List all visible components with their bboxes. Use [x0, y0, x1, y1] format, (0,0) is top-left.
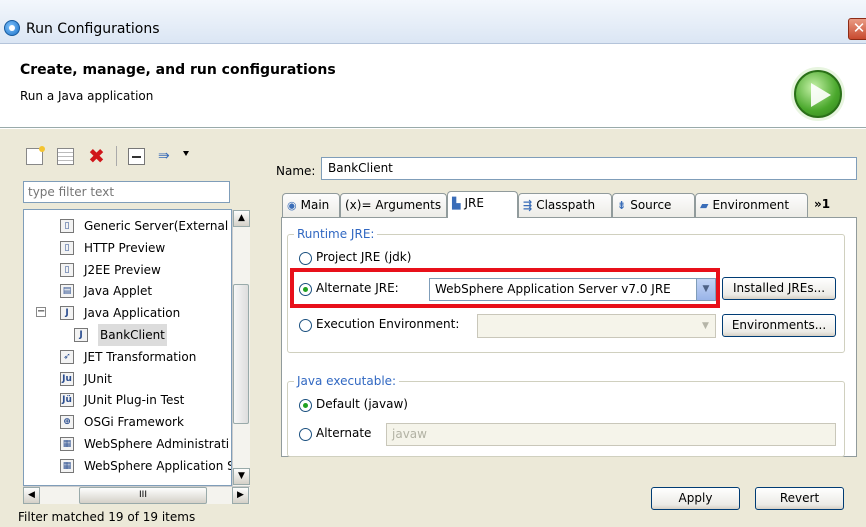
- header-subtitle: Run a Java application: [20, 89, 154, 103]
- project-jre-radio[interactable]: [299, 252, 312, 265]
- revert-button[interactable]: Revert: [755, 487, 844, 510]
- tab-label: Source: [630, 198, 672, 212]
- chevron-down-icon[interactable]: ▼: [696, 279, 715, 300]
- run-config-app-icon: [4, 20, 20, 36]
- execution-env-radio[interactable]: [299, 319, 312, 332]
- classpath-tab-icon: ⇶: [523, 199, 533, 212]
- runtime-jre-label: Runtime JRE:: [294, 227, 378, 241]
- default-javaw-label: Default (javaw): [316, 397, 408, 411]
- jre-tab-icon: ▙: [452, 197, 461, 210]
- alternate-exe-field[interactable]: javaw: [386, 423, 836, 446]
- filter-icon[interactable]: ⇛: [158, 148, 175, 165]
- tab-label: (x)= Arguments: [345, 198, 442, 212]
- main-tab-icon: ◉: [287, 199, 297, 212]
- tree-item-label: Java Applet: [84, 284, 153, 299]
- tree-item-label: HTTP Preview: [84, 240, 166, 255]
- tree-item-label: J2EE Preview: [84, 262, 161, 277]
- default-javaw-radio[interactable]: [299, 399, 312, 412]
- server-icon: ▯: [60, 219, 74, 233]
- apply-button[interactable]: Apply: [651, 487, 740, 510]
- websphere-icon: ▦: [60, 458, 74, 473]
- collapse-all-icon[interactable]: [128, 148, 145, 165]
- tree-item-label: WebSphere Application S: [84, 458, 232, 473]
- filter-input[interactable]: [23, 181, 230, 203]
- name-label: Name:: [276, 164, 316, 178]
- tree-hscroll-thumb[interactable]: III: [79, 487, 207, 504]
- scroll-right-icon[interactable]: ▶: [232, 487, 249, 504]
- osgi-icon: ⊕: [60, 415, 74, 430]
- environments-button[interactable]: Environments...: [722, 314, 836, 337]
- tab-x-arguments[interactable]: (x)= Arguments: [340, 193, 447, 218]
- filter-menu-dropdown-icon[interactable]: [183, 151, 189, 156]
- tab-classpath[interactable]: ⇶ Classpath: [518, 193, 612, 218]
- tree-item-label: JET Transformation: [84, 349, 197, 364]
- duplicate-icon[interactable]: [57, 148, 74, 165]
- applet-icon: ▤: [60, 284, 74, 299]
- tab-source[interactable]: ⇟ Source: [612, 193, 695, 218]
- junit-plugin-icon: Jü: [60, 393, 74, 408]
- alternate-exe-label: Alternate: [316, 426, 372, 440]
- name-field[interactable]: BankClient: [321, 157, 857, 180]
- websphere-icon: ▦: [60, 437, 74, 451]
- scroll-down-icon[interactable]: ▼: [233, 468, 250, 485]
- alternate-jre-radio[interactable]: [299, 283, 312, 296]
- chevron-down-icon[interactable]: ▼: [696, 315, 715, 337]
- tab-label: Environment: [712, 198, 790, 212]
- tree-scroll-thumb[interactable]: [233, 284, 249, 424]
- scroll-up-icon[interactable]: ▲: [233, 210, 250, 227]
- tree-item-label: JUnit Plug-in Test: [84, 393, 185, 408]
- toolbar-separator: [116, 146, 117, 166]
- filter-status: Filter matched 19 of 19 items: [18, 510, 196, 524]
- tree-item-label: WebSphere Administrati: [84, 437, 230, 451]
- environment-tab-icon: ▰: [700, 199, 709, 212]
- tab-label: JRE: [464, 196, 484, 210]
- tab-environment[interactable]: ▰ Environment: [695, 193, 808, 218]
- jet-icon: ➶: [60, 349, 74, 364]
- delete-icon[interactable]: ✖: [88, 146, 105, 166]
- run-icon: [794, 70, 842, 118]
- java-app-icon: J: [74, 328, 88, 342]
- server-icon: ▯: [60, 262, 74, 277]
- tree-item-label: BankClient: [98, 324, 167, 346]
- config-tree: ▯ Generic Server(External ▯ HTTP Preview ▯ J2…: [23, 209, 232, 486]
- alternate-jre-select[interactable]: WebSphere Application Server v7.0 JRE: [429, 278, 716, 301]
- java-app-icon: J: [60, 306, 74, 321]
- tab-label: Classpath: [536, 198, 596, 212]
- tree-item-label: OSGi Framework: [84, 415, 184, 430]
- tree-item-label: Java Application: [84, 306, 181, 321]
- tree-item-label: Generic Server(External: [84, 219, 229, 233]
- close-button[interactable]: ✕: [848, 18, 866, 40]
- installed-jres-button[interactable]: Installed JREs...: [722, 277, 836, 300]
- project-jre-label: Project JRE (jdk): [316, 250, 412, 264]
- java-executable-label: Java executable:: [294, 374, 400, 388]
- execution-env-select[interactable]: [477, 314, 716, 338]
- new-config-icon[interactable]: [26, 146, 45, 165]
- tab-label: Main: [300, 198, 330, 212]
- alternate-jre-label: Alternate JRE:: [316, 281, 399, 295]
- tab-main[interactable]: ◉ Main: [282, 193, 340, 218]
- scroll-left-icon[interactable]: ◀: [23, 487, 40, 504]
- source-tab-icon: ⇟: [617, 199, 627, 212]
- tab-overflow-button[interactable]: »1: [810, 193, 850, 218]
- collapse-toggle-icon[interactable]: −: [36, 307, 46, 318]
- execution-env-label: Execution Environment:: [316, 317, 460, 331]
- tab-jre[interactable]: ▙ JRE: [447, 191, 518, 218]
- window-title: Run Configurations: [26, 21, 160, 37]
- alternate-exe-radio[interactable]: [299, 428, 312, 441]
- tree-item-label: JUnit: [84, 371, 112, 386]
- server-icon: ▯: [60, 240, 74, 255]
- dialog-header: [0, 45, 866, 128]
- tree-horizontal-scrollbar[interactable]: ◀ III ▶: [23, 486, 250, 504]
- junit-icon: Ju: [60, 371, 74, 386]
- header-title: Create, manage, and run configurations: [20, 62, 336, 78]
